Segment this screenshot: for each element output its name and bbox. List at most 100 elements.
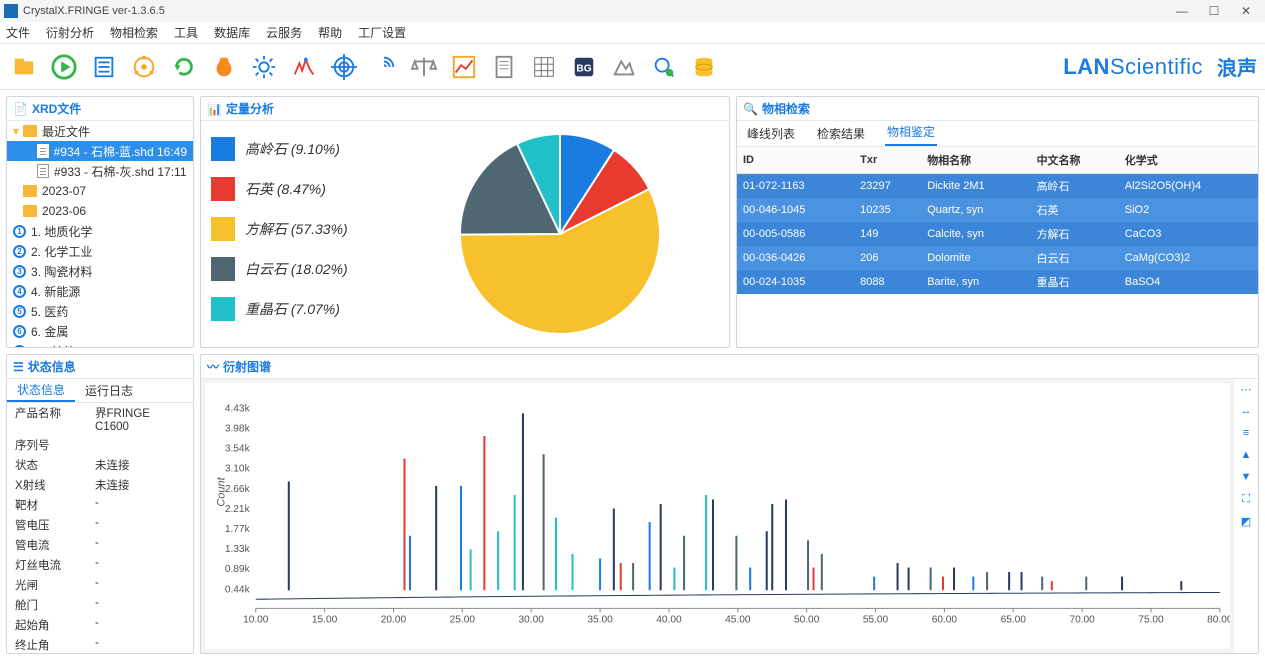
maximize-button[interactable]: ☐ [1207, 4, 1221, 18]
down-icon[interactable]: ▼ [1238, 471, 1254, 487]
pie-chart [455, 129, 665, 339]
stack-icon[interactable]: ≡ [1238, 427, 1254, 443]
toolbar-balance-icon[interactable] [408, 51, 440, 83]
tree-category[interactable]: 66. 金属 [7, 321, 193, 341]
search-tab[interactable]: 检索结果 [815, 121, 867, 146]
panel-xrd-files: 📄XRD文件 ▾最近文件#934 - 石棉-蓝.shd 16:49#933 - … [6, 96, 194, 348]
fullscreen-icon[interactable]: ⛶ [1238, 493, 1254, 509]
window-titlebar: CrystalX.FRINGE ver-1.3.6.5 — ☐ ✕ [0, 0, 1265, 22]
status-row: 舱门- [7, 595, 193, 615]
toolbar-grid-icon[interactable] [528, 51, 560, 83]
toolbar-heat-icon[interactable] [208, 51, 240, 83]
toolbar-peak-icon[interactable] [288, 51, 320, 83]
toolbar-report-icon[interactable] [488, 51, 520, 83]
status-row: 靶材- [7, 495, 193, 515]
search-tab[interactable]: 峰线列表 [745, 121, 797, 146]
tree-recent[interactable]: ▾最近文件 [7, 121, 193, 141]
table-row[interactable]: 00-046-104510235Quartz, syn石英SiO2 [737, 198, 1258, 222]
panel-status: ☰状态信息 状态信息运行日志 产品名称界FRINGE C1600序列号状态未连接… [6, 354, 194, 654]
svg-text:40.00: 40.00 [656, 615, 682, 626]
panel-title: 状态信息 [28, 358, 76, 375]
x-axis-label: 衍射角 (2θ) [205, 649, 1230, 653]
brand-logo-cn: 浪声 [1217, 52, 1257, 81]
panel-spectrum: 〰衍射图谱 4.43k3.98k3.54k3.10k2.66k2.21k1.77… [200, 354, 1259, 654]
toolbar-play-icon[interactable] [48, 51, 80, 83]
svg-text:0.44k: 0.44k [225, 584, 251, 595]
tree-category[interactable]: 11. 地质化学 [7, 221, 193, 241]
col-header[interactable]: 中文名称 [1031, 147, 1119, 174]
tree-file[interactable]: #934 - 石棉-蓝.shd 16:49 [7, 141, 193, 161]
toolbar-db-icon[interactable] [688, 51, 720, 83]
menu-帮助[interactable]: 帮助 [318, 24, 342, 41]
app-icon [4, 4, 18, 18]
up-icon[interactable]: ▲ [1238, 449, 1254, 465]
status-tab[interactable]: 状态信息 [7, 379, 75, 402]
col-header[interactable]: 化学式 [1119, 147, 1258, 174]
svg-text:50.00: 50.00 [794, 615, 820, 626]
menu-工厂设置[interactable]: 工厂设置 [358, 24, 406, 41]
toolbar-form-icon[interactable] [88, 51, 120, 83]
panel-title: 物相检索 [762, 100, 810, 117]
tree-file[interactable]: #933 - 石棉-灰.shd 17:11 [7, 161, 193, 181]
table-row[interactable]: 01-072-116323297Dickite 2M1高岭石Al2Si2O5(O… [737, 174, 1258, 199]
tree-category[interactable]: 33. 陶瓷材料 [7, 261, 193, 281]
files-icon: 📄 [13, 102, 28, 116]
toolbar-mountain-icon[interactable] [608, 51, 640, 83]
toolbar-refresh-icon[interactable] [168, 51, 200, 83]
panel-title: 定量分析 [226, 100, 274, 117]
table-row[interactable]: 00-024-10358088Barite, syn重晶石BaSO4 [737, 270, 1258, 294]
tree-folder[interactable]: 2023-06 [7, 201, 193, 221]
status-tab[interactable]: 运行日志 [75, 379, 143, 402]
toolbar-trend-icon[interactable] [448, 51, 480, 83]
svg-text:20.00: 20.00 [381, 615, 407, 626]
toolbar-finger-icon[interactable] [368, 51, 400, 83]
half-icon[interactable]: ◩ [1238, 515, 1254, 531]
svg-text:0.89k: 0.89k [225, 564, 251, 575]
svg-text:70.00: 70.00 [1069, 615, 1095, 626]
y-axis-label: Count [216, 477, 228, 506]
status-row: 终止角- [7, 635, 193, 653]
col-header[interactable]: ID [737, 147, 854, 174]
menu-工具[interactable]: 工具 [174, 24, 198, 41]
toolbar-gear-icon[interactable] [248, 51, 280, 83]
minimize-button[interactable]: — [1175, 4, 1189, 18]
toolbar-bg-icon[interactable]: BG [568, 51, 600, 83]
tree-folder[interactable]: 2023-07 [7, 181, 193, 201]
tree-category[interactable]: 55. 医药 [7, 301, 193, 321]
menu-文件[interactable]: 文件 [6, 24, 30, 41]
tree-category[interactable]: 9999. 其他 [7, 341, 193, 347]
svg-text:65.00: 65.00 [1001, 615, 1027, 626]
status-row: 灯丝电流- [7, 555, 193, 575]
status-row: 产品名称界FRINGE C1600 [7, 403, 193, 435]
col-header[interactable]: Txr [854, 147, 921, 174]
tree-category[interactable]: 22. 化学工业 [7, 241, 193, 261]
menu-bar: 文件衍射分析物相检索工具数据库云服务帮助工厂设置 [0, 22, 1265, 44]
svg-text:25.00: 25.00 [450, 615, 476, 626]
tree-category[interactable]: 44. 新能源 [7, 281, 193, 301]
toolbar-target-icon[interactable] [328, 51, 360, 83]
svg-text:2.66k: 2.66k [225, 484, 251, 495]
spectrum-chart[interactable]: 4.43k3.98k3.54k3.10k2.66k2.21k1.77k1.33k… [205, 383, 1230, 649]
toolbar-zoom-icon[interactable] [648, 51, 680, 83]
more-icon[interactable]: ⋯ [1238, 383, 1254, 399]
svg-text:BG: BG [576, 63, 591, 74]
toolbar-open-icon[interactable] [8, 51, 40, 83]
toolbar-atom-icon[interactable] [128, 51, 160, 83]
menu-云服务[interactable]: 云服务 [266, 24, 302, 41]
table-row[interactable]: 00-036-0426206Dolomite白云石CaMg(CO3)2 [737, 246, 1258, 270]
col-header[interactable]: 物相名称 [921, 147, 1030, 174]
menu-衍射分析[interactable]: 衍射分析 [46, 24, 94, 41]
legend-item: 高岭石 (9.10%) [211, 137, 391, 161]
menu-数据库[interactable]: 数据库 [214, 24, 250, 41]
close-button[interactable]: ✕ [1239, 4, 1253, 18]
status-row: 管电流- [7, 535, 193, 555]
search-tab[interactable]: 物相鉴定 [885, 119, 937, 146]
list-icon: ☰ [13, 360, 24, 374]
menu-物相检索[interactable]: 物相检索 [110, 24, 158, 41]
status-row: X射线未连接 [7, 475, 193, 495]
svg-text:3.10k: 3.10k [225, 464, 251, 475]
table-row[interactable]: 00-005-0586149Calcite, syn方解石CaCO3 [737, 222, 1258, 246]
expand-h-icon[interactable]: ↔ [1238, 405, 1254, 421]
svg-text:2.21k: 2.21k [225, 504, 251, 515]
chart-icon: 📊 [207, 102, 222, 116]
